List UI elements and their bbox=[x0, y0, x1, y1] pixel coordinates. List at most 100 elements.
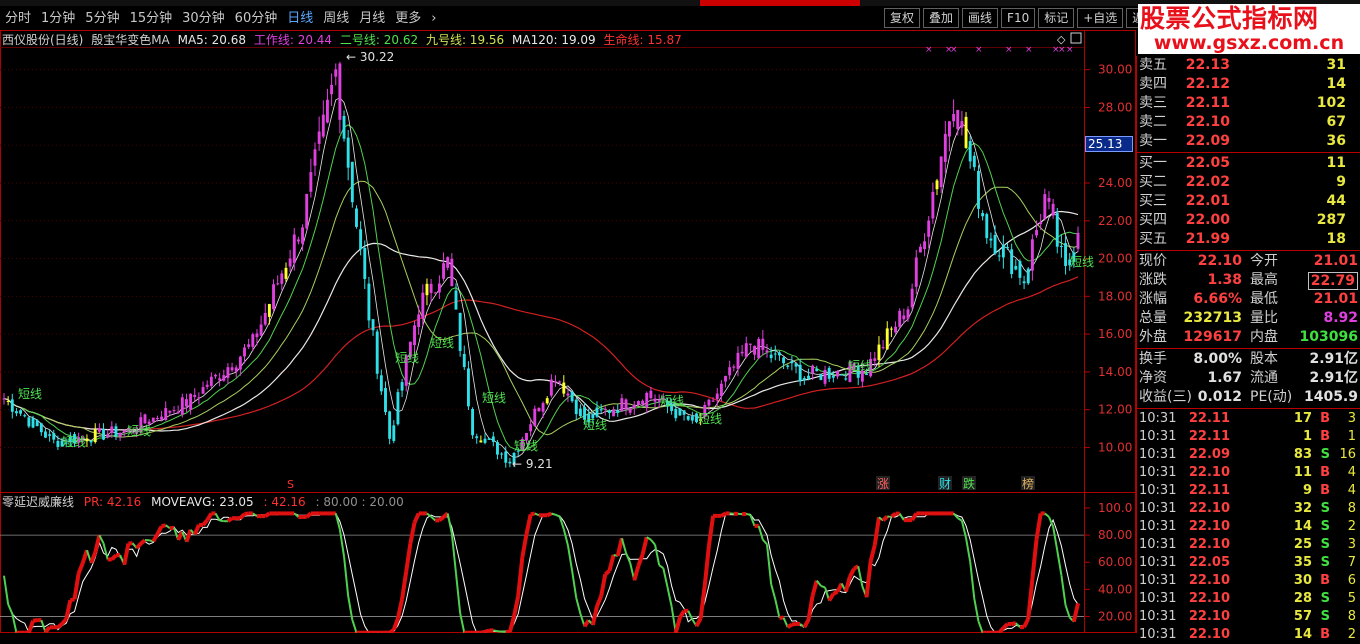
quotes.sell-row: 卖三22.11102 bbox=[1137, 94, 1360, 113]
pr-segment bbox=[390, 630, 394, 633]
candle-body bbox=[343, 116, 346, 139]
pr-segment bbox=[638, 555, 642, 566]
candle-body bbox=[446, 257, 449, 268]
price-tick-label: 18.00 bbox=[1098, 289, 1132, 303]
pr-segment bbox=[394, 618, 398, 630]
candle-body bbox=[1060, 246, 1063, 247]
pr-segment bbox=[58, 624, 62, 627]
pr-segment bbox=[912, 513, 916, 520]
order-label: 卖二 bbox=[1139, 113, 1167, 132]
candle-body bbox=[554, 381, 557, 382]
tick-direction: S bbox=[1321, 500, 1330, 518]
candle-body bbox=[907, 309, 910, 318]
stat-value: 21.01 bbox=[1314, 290, 1358, 309]
candle-body bbox=[110, 426, 113, 432]
pr-segment bbox=[79, 563, 83, 573]
price-tick-label: 16.00 bbox=[1098, 327, 1132, 341]
candle-body bbox=[969, 141, 972, 161]
tick-price: 22.10 bbox=[1189, 536, 1230, 554]
candle-body bbox=[965, 117, 968, 148]
order-label: 卖一 bbox=[1139, 132, 1167, 151]
stat-value: 8.92 bbox=[1323, 309, 1358, 328]
candle-body bbox=[596, 408, 599, 417]
candle-body bbox=[318, 132, 321, 144]
candle-body bbox=[251, 334, 254, 347]
candle-body bbox=[471, 409, 474, 435]
candle-body bbox=[123, 430, 126, 432]
pr-segment bbox=[597, 596, 601, 606]
candle-body bbox=[475, 436, 478, 438]
level-values: : 80.00 : 20.00 bbox=[316, 495, 404, 509]
tick-volume: 1 bbox=[1303, 428, 1312, 446]
stat-value: 232713 bbox=[1184, 309, 1242, 328]
candle-body bbox=[372, 319, 375, 330]
candle-body bbox=[683, 410, 686, 414]
candle-body bbox=[774, 353, 777, 354]
order-label: 买二 bbox=[1139, 173, 1167, 192]
candle-body bbox=[438, 283, 441, 292]
tick-direction: S bbox=[1321, 608, 1330, 626]
divider bbox=[1137, 408, 1360, 409]
kline-chart[interactable]: 30.0028.0026.0024.0022.0020.0018.0016.00… bbox=[0, 0, 1136, 633]
candle-body bbox=[973, 156, 976, 167]
order-price: 22.11 bbox=[1186, 94, 1230, 113]
order-label: 卖三 bbox=[1139, 94, 1167, 113]
candle-body bbox=[944, 134, 947, 162]
candle-body bbox=[927, 221, 930, 237]
candle-body bbox=[280, 273, 283, 283]
candle-body bbox=[260, 324, 263, 335]
tick-direction: B bbox=[1320, 572, 1330, 590]
low-price-label: ← 9.21 bbox=[512, 457, 553, 471]
stat-row: 外盘129617内盘103096 bbox=[1137, 328, 1360, 347]
candle-body bbox=[799, 365, 802, 382]
candle-body bbox=[745, 343, 748, 357]
candle-body bbox=[272, 284, 275, 309]
pr-segment bbox=[294, 513, 298, 517]
pr-segment bbox=[186, 530, 190, 542]
candle-body bbox=[152, 418, 155, 422]
candle-body bbox=[293, 235, 296, 264]
candle-body bbox=[608, 410, 611, 413]
stat-value: 1.38 bbox=[1207, 271, 1242, 290]
candle-body bbox=[815, 369, 818, 371]
tick-volume: 14 bbox=[1294, 518, 1312, 536]
candle-body bbox=[567, 394, 570, 396]
candle-body bbox=[144, 414, 147, 423]
candle-body bbox=[496, 442, 499, 455]
pr-segment bbox=[585, 620, 589, 626]
tick-time: 10:31 bbox=[1139, 626, 1176, 644]
candle-body bbox=[828, 368, 831, 379]
stat-label: 最高 bbox=[1250, 271, 1278, 290]
candle-body bbox=[500, 454, 503, 455]
short-line-label: 短线 bbox=[698, 412, 722, 426]
tick-direction: B bbox=[1320, 410, 1330, 428]
tick-price: 22.10 bbox=[1189, 572, 1230, 590]
pr-segment bbox=[178, 532, 182, 540]
pr-segment bbox=[821, 586, 825, 588]
stat-label: 最低 bbox=[1250, 290, 1278, 309]
candle-body bbox=[367, 284, 370, 321]
order-label: 买一 bbox=[1139, 154, 1167, 173]
candle-body bbox=[795, 363, 798, 366]
pr-segment bbox=[166, 525, 170, 528]
pr-segment bbox=[775, 599, 779, 617]
divider bbox=[1137, 348, 1360, 349]
main-chart-info: 西仪股份(日线) 殷宝华变色MA MA5: 20.68 工作线: 20.44 二… bbox=[2, 31, 686, 47]
pr-segment bbox=[112, 555, 116, 559]
pr-segment bbox=[705, 546, 709, 586]
candle-body bbox=[102, 429, 105, 440]
stat-value: 21.01 bbox=[1314, 252, 1358, 271]
pr-segment bbox=[676, 618, 680, 633]
tick-time: 10:31 bbox=[1139, 518, 1176, 536]
candle-body bbox=[1056, 213, 1059, 247]
candle-body bbox=[691, 416, 694, 420]
pr-segment bbox=[535, 513, 539, 515]
tick-count: 5 bbox=[1348, 590, 1356, 608]
candle-body bbox=[297, 239, 300, 241]
pr-segment bbox=[398, 599, 402, 618]
candle-body bbox=[98, 428, 101, 431]
candle-body bbox=[401, 382, 404, 390]
tick-direction: B bbox=[1320, 626, 1330, 644]
short-line-label: 短线 bbox=[514, 439, 538, 453]
tick-row: 10:3122.1028S5 bbox=[1137, 590, 1360, 608]
